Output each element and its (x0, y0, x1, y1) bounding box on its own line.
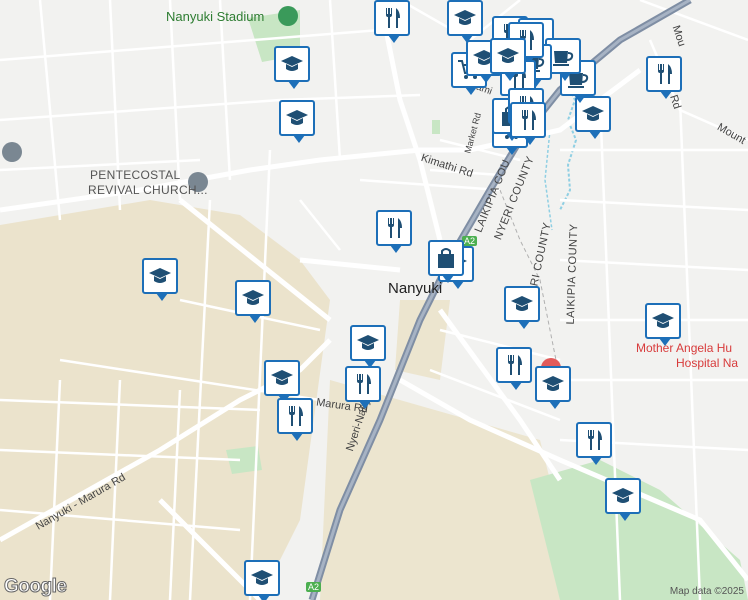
restaurant-marker[interactable] (646, 56, 682, 99)
school-marker[interactable] (490, 38, 526, 81)
school-marker[interactable] (504, 286, 540, 329)
town-label: Nanyuki (388, 280, 443, 297)
church-icon (2, 142, 22, 162)
school-marker[interactable] (350, 325, 386, 368)
school-marker[interactable] (142, 258, 178, 301)
school-marker[interactable] (274, 46, 310, 89)
shopping-marker[interactable] (428, 240, 464, 283)
school-marker[interactable] (264, 360, 300, 403)
restaurant-marker[interactable] (277, 398, 313, 441)
school-marker[interactable] (535, 366, 571, 409)
stadium-label: Nanyuki Stadium (166, 9, 265, 24)
school-marker[interactable] (279, 100, 315, 143)
church-label-line2: REVIVAL CHURCH... (88, 183, 208, 197)
restaurant-marker[interactable] (376, 210, 412, 253)
a2-route-badge: A2 (462, 236, 478, 246)
restaurant-marker[interactable] (345, 366, 381, 409)
hospital-label-line2: Hospital Na (676, 356, 739, 370)
map-data-attribution[interactable]: Map data ©2025 (670, 586, 744, 597)
map-canvas[interactable]: Nanyuki Stadium PENTECOSTAL REVIVAL CHUR… (0, 0, 748, 600)
restaurant-marker[interactable] (374, 0, 410, 43)
restaurant-marker[interactable] (496, 347, 532, 390)
hospital-label-line1: Mother Angela Hu (636, 341, 733, 355)
stadium-icon (278, 6, 298, 26)
restaurant-marker[interactable] (510, 102, 546, 145)
school-marker[interactable] (645, 303, 681, 346)
restaurant-marker[interactable] (576, 422, 612, 465)
google-logo: Google (3, 576, 67, 598)
school-marker[interactable] (605, 478, 641, 521)
school-marker[interactable] (447, 0, 483, 43)
a2-route-badge: A2 (306, 582, 322, 592)
church-label-line1: PENTECOSTAL (90, 168, 181, 182)
school-marker[interactable] (244, 560, 280, 600)
school-marker[interactable] (235, 280, 271, 323)
